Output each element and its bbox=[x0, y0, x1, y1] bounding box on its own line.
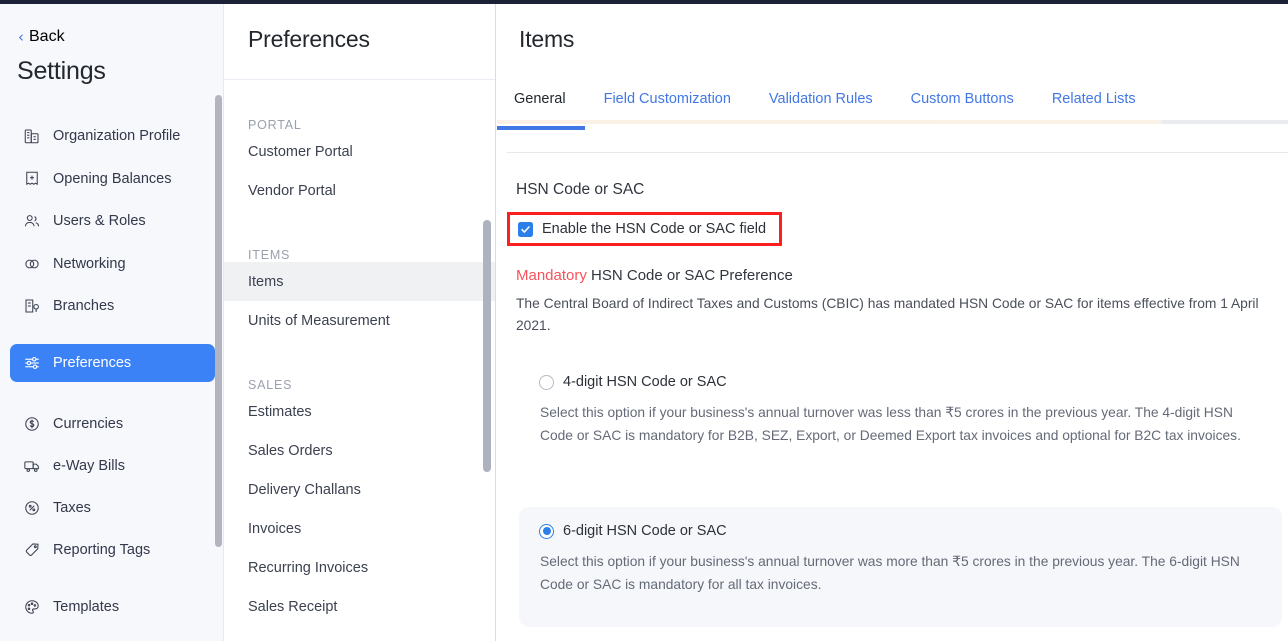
back-button[interactable]: ‹ Back bbox=[18, 28, 65, 46]
sidebar-item-opening-balances[interactable]: Opening Balances bbox=[10, 160, 215, 198]
preferences-header: Preferences bbox=[224, 4, 496, 80]
top-bar bbox=[0, 0, 1288, 4]
enable-hsn-checkbox-row[interactable]: Enable the HSN Code or SAC field bbox=[510, 215, 779, 243]
content-divider bbox=[507, 152, 1288, 153]
spacer bbox=[224, 80, 496, 102]
receipt-icon bbox=[23, 170, 41, 188]
enable-hsn-checkbox[interactable] bbox=[518, 222, 533, 237]
settings-sidebar: ‹ Back Settings Organization Profile Ope… bbox=[0, 4, 224, 641]
radio-6-digit[interactable] bbox=[539, 524, 554, 539]
sidebar-item-branches[interactable]: Branches bbox=[10, 287, 215, 325]
branches-icon bbox=[23, 297, 41, 315]
prefs-item-recurring-invoices[interactable]: Recurring Invoices bbox=[224, 548, 496, 587]
sidebar-item-organization-profile[interactable]: Organization Profile bbox=[10, 117, 215, 155]
enable-hsn-checkbox-label: Enable the HSN Code or SAC field bbox=[542, 221, 766, 237]
option-4-digit[interactable]: 4-digit HSN Code or SAC Select this opti… bbox=[519, 366, 1281, 482]
sidebar-item-label: Branches bbox=[53, 298, 114, 314]
sidebar-item-label: Currencies bbox=[53, 416, 123, 432]
enable-hsn-highlight-box: Enable the HSN Code or SAC field bbox=[507, 212, 782, 246]
tag-icon bbox=[23, 541, 41, 559]
option-6-digit-header[interactable]: 6-digit HSN Code or SAC bbox=[539, 523, 1262, 539]
prefs-item-sales-orders[interactable]: Sales Orders bbox=[224, 431, 496, 470]
mandatory-emphasis: Mandatory bbox=[516, 267, 587, 284]
spacer bbox=[224, 210, 496, 232]
main-content: Items General Field Customization Valida… bbox=[497, 4, 1288, 641]
option-4-digit-description: Select this option if your business's an… bbox=[540, 401, 1257, 447]
mandatory-rest: HSN Code or SAC Preference bbox=[587, 267, 793, 284]
currency-icon bbox=[23, 415, 41, 433]
option-4-digit-header[interactable]: 4-digit HSN Code or SAC bbox=[539, 374, 1261, 390]
prefs-item-invoices[interactable]: Invoices bbox=[224, 509, 496, 548]
preferences-list: PORTAL Customer Portal Vendor Portal ITE… bbox=[224, 80, 496, 626]
prefs-item-delivery-challans[interactable]: Delivery Challans bbox=[224, 470, 496, 509]
sidebar-item-label: Opening Balances bbox=[53, 171, 172, 187]
sidebar-scrollbar[interactable] bbox=[215, 95, 222, 547]
tab-underline-strip bbox=[497, 120, 1288, 124]
preferences-scrollbar[interactable] bbox=[483, 220, 491, 472]
sidebar-item-label: Preferences bbox=[53, 355, 131, 371]
option-6-digit[interactable]: 6-digit HSN Code or SAC Select this opti… bbox=[519, 507, 1282, 627]
spacer bbox=[224, 340, 496, 362]
sliders-icon bbox=[23, 354, 41, 372]
truck-icon bbox=[23, 457, 41, 475]
mandatory-description: The Central Board of Indirect Taxes and … bbox=[516, 293, 1273, 337]
main-title: Items bbox=[519, 26, 574, 53]
sidebar-item-currencies[interactable]: Currencies bbox=[10, 405, 215, 443]
sidebar-item-preferences[interactable]: Preferences bbox=[10, 344, 215, 382]
option-6-digit-label: 6-digit HSN Code or SAC bbox=[563, 523, 727, 539]
organization-icon bbox=[23, 127, 41, 145]
back-label: Back bbox=[29, 28, 65, 46]
preferences-panel: Preferences PORTAL Customer Portal Vendo… bbox=[224, 4, 496, 641]
sidebar-item-reporting-tags[interactable]: Reporting Tags bbox=[10, 531, 215, 569]
prefs-item-vendor-portal[interactable]: Vendor Portal bbox=[224, 171, 496, 210]
prefs-item-items[interactable]: Items bbox=[224, 262, 496, 301]
sidebar-item-networking[interactable]: Networking bbox=[10, 245, 215, 283]
sidebar-item-users-roles[interactable]: Users & Roles bbox=[10, 202, 215, 240]
prefs-item-estimates[interactable]: Estimates bbox=[224, 392, 496, 431]
option-4-digit-label: 4-digit HSN Code or SAC bbox=[563, 374, 727, 390]
sidebar-item-templates[interactable]: Templates bbox=[10, 588, 215, 626]
prefs-group-label-items: ITEMS bbox=[224, 232, 496, 262]
sidebar-item-label: Users & Roles bbox=[53, 213, 146, 229]
sidebar-item-taxes[interactable]: Taxes bbox=[10, 489, 215, 527]
users-icon bbox=[23, 212, 41, 230]
sidebar-item-label: Organization Profile bbox=[53, 128, 180, 144]
sidebar-item-label: Taxes bbox=[53, 500, 91, 516]
sidebar-item-label: Templates bbox=[53, 599, 119, 615]
sidebar-item-label: e-Way Bills bbox=[53, 458, 125, 474]
sidebar-item-label: Networking bbox=[53, 256, 126, 272]
section-heading: HSN Code or SAC bbox=[516, 181, 644, 199]
radio-4-digit[interactable] bbox=[539, 375, 554, 390]
networking-icon bbox=[23, 255, 41, 273]
chevron-left-icon: ‹ bbox=[18, 30, 24, 45]
percent-icon bbox=[23, 499, 41, 517]
palette-icon bbox=[23, 598, 41, 616]
prefs-item-units-of-measurement[interactable]: Units of Measurement bbox=[224, 301, 496, 340]
prefs-group-label-sales: SALES bbox=[224, 362, 496, 392]
option-6-digit-description: Select this option if your business's an… bbox=[540, 550, 1257, 596]
prefs-item-sales-receipt[interactable]: Sales Receipt bbox=[224, 587, 496, 626]
prefs-group-label-portal: PORTAL bbox=[224, 102, 496, 132]
preferences-title: Preferences bbox=[248, 26, 370, 53]
sidebar-item-label: Reporting Tags bbox=[53, 542, 150, 558]
page-title: Settings bbox=[17, 57, 106, 86]
sidebar-item-eway-bills[interactable]: e-Way Bills bbox=[10, 447, 215, 485]
mandatory-preference-heading: Mandatory HSN Code or SAC Preference bbox=[516, 267, 793, 284]
prefs-item-customer-portal[interactable]: Customer Portal bbox=[224, 132, 496, 171]
